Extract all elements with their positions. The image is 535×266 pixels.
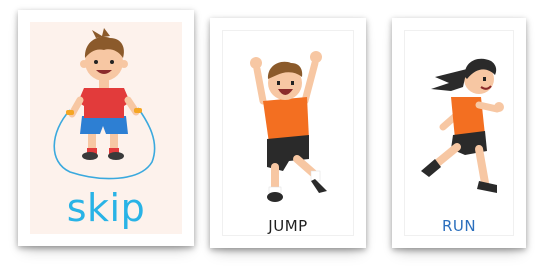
word-label-skip: skip: [66, 186, 146, 230]
flashcard-skip-panel: skip: [30, 22, 182, 234]
girl-running-illustration: [421, 58, 504, 193]
flashcard-jump-panel: JUMP: [222, 30, 354, 236]
word-label-jump: JUMP: [268, 217, 308, 235]
word-label-run: RUN: [441, 217, 477, 235]
flashcard-jump: JUMP: [210, 18, 366, 248]
flashcard-run-panel: RUN: [404, 30, 514, 236]
flashcard-skip: skip: [18, 10, 194, 246]
flashcard-run: RUN: [392, 18, 526, 248]
boy-jumping-illustration: [250, 51, 327, 202]
